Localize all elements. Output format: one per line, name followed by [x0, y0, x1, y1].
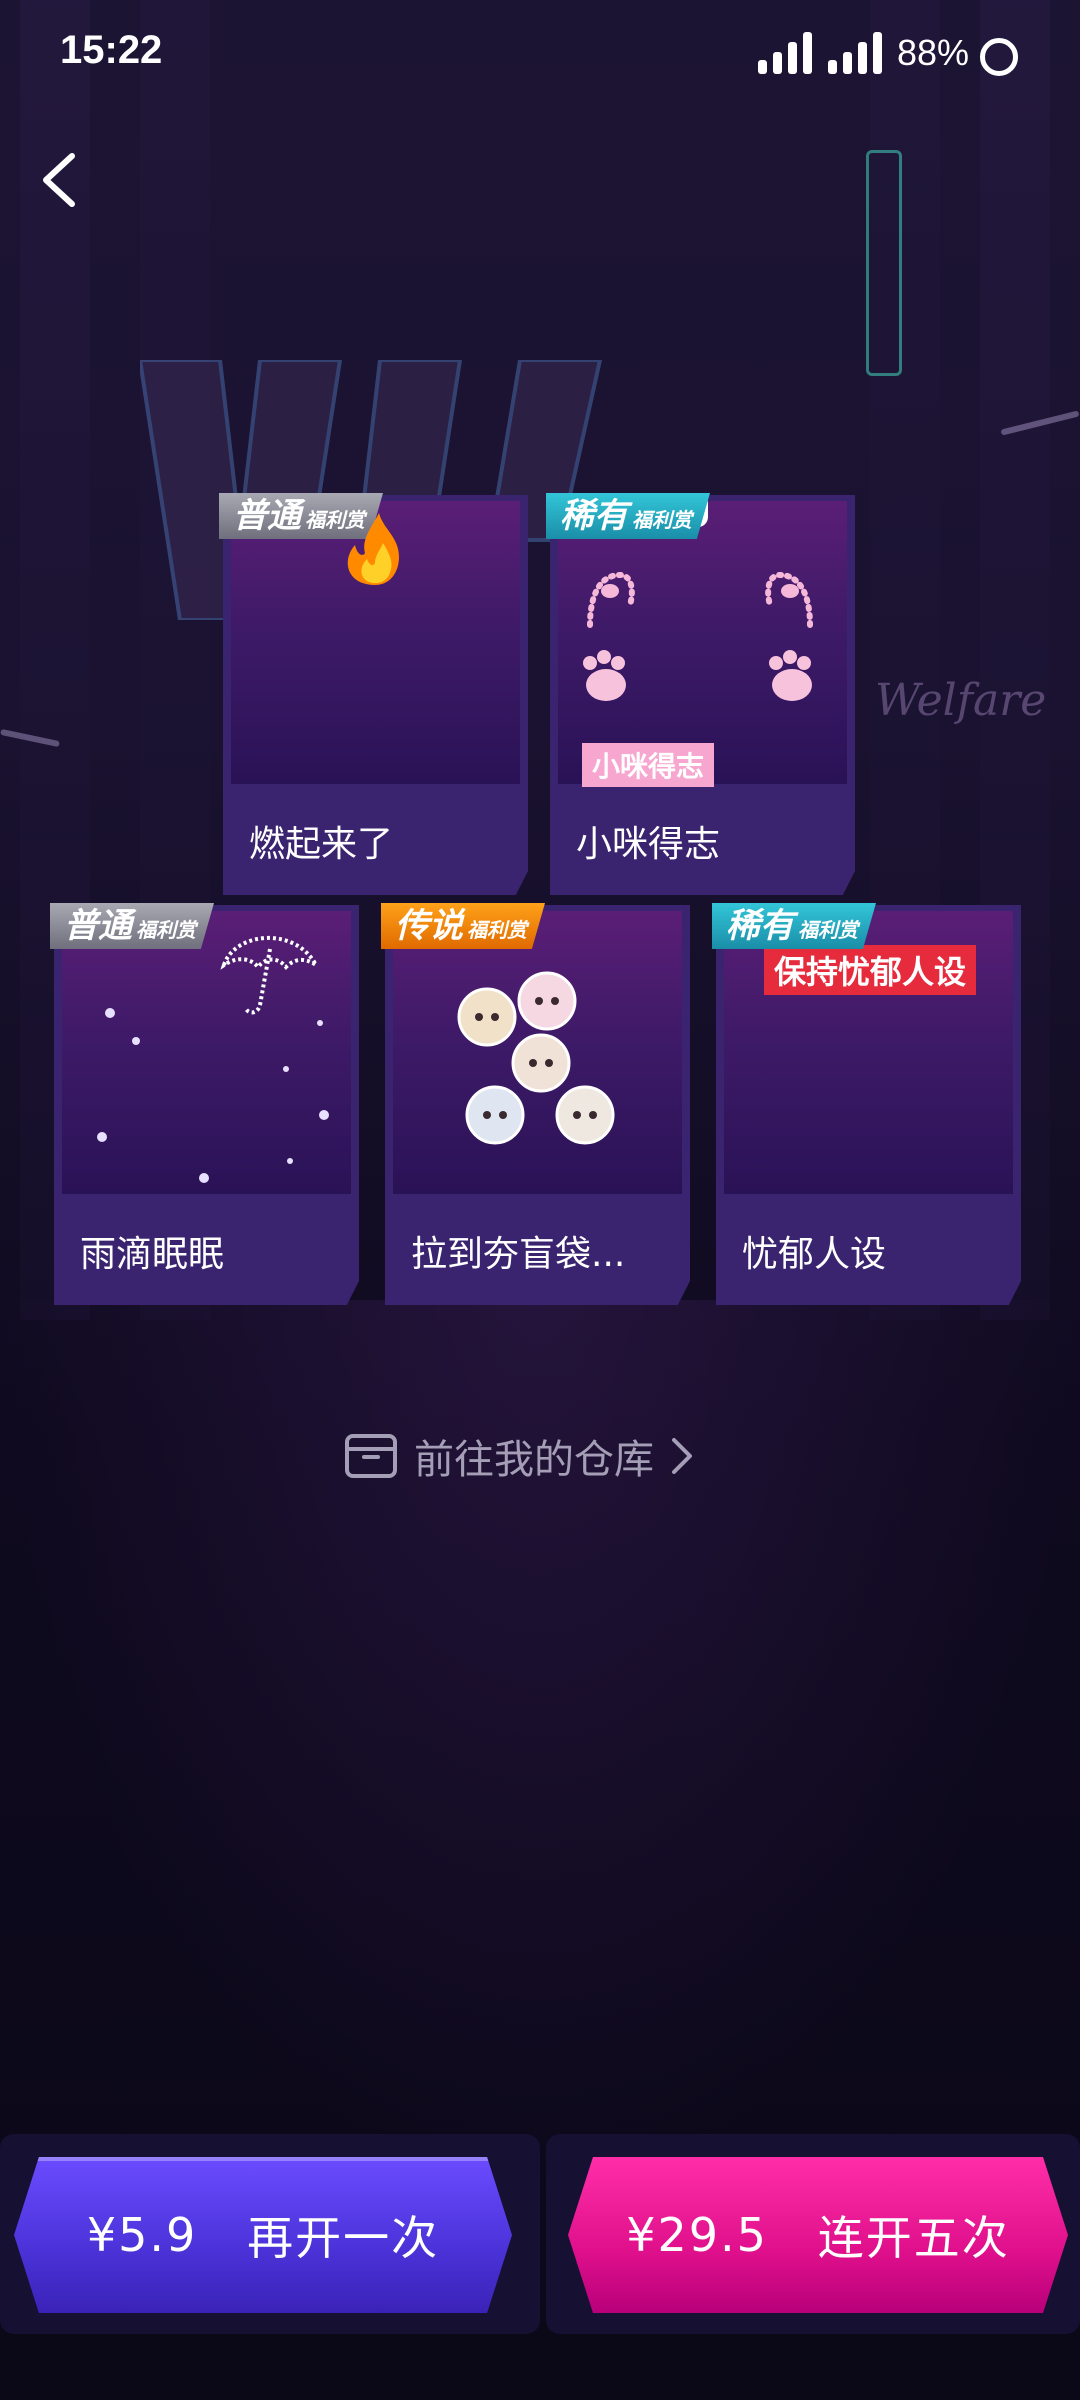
prize-card[interactable]: 普通 福利赏 雨滴眠眠 — [50, 903, 359, 1305]
prize-name: 雨滴眠眠 — [80, 1234, 225, 1275]
sticker-label: 小咪得志 — [582, 743, 715, 787]
battery-icon — [980, 38, 1018, 76]
prize-card[interactable]: (··) 稀有福利赏 小咪得志 小咪得志 — [546, 493, 855, 895]
signal-icon-2 — [828, 32, 882, 74]
open-again-button[interactable]: ¥5.9 再开一次 — [14, 2157, 512, 2313]
back-arrow-icon[interactable] — [30, 140, 90, 220]
open-five-button[interactable]: ¥29.5 连开五次 — [568, 2157, 1068, 2313]
sticker-label: 保持忧郁人设 — [764, 945, 977, 995]
warehouse-link[interactable]: 前往我的仓库 — [344, 1426, 694, 1486]
tier-tag: 稀有 福利赏 — [546, 493, 710, 539]
warehouse-link-label: 前往我的仓库 — [414, 1437, 654, 1483]
open-five-price: ¥29.5 — [626, 2208, 768, 2262]
fire-icon — [347, 513, 399, 585]
signal-icon — [758, 32, 812, 74]
open-again-label: 再开一次 — [247, 2211, 440, 2265]
prize-name: 拉到夯盲袋... — [411, 1234, 626, 1275]
box-icon — [345, 1434, 397, 1478]
prize-card[interactable]: 普通 福利赏 燃起来了 — [219, 493, 528, 895]
cat-ears-frame — [583, 571, 813, 701]
battery-percent: 88% — [897, 32, 970, 73]
prize-name: 忧郁人设 — [742, 1234, 887, 1275]
prize-card[interactable]: 保持忧郁人设 稀有 福利赏 忧郁人设 — [712, 903, 1021, 1305]
open-again-price: ¥5.9 — [86, 2208, 198, 2262]
neon-sign — [866, 150, 902, 376]
background-logo-text: Welfare — [875, 675, 1047, 726]
chevron-right-icon — [672, 1438, 692, 1474]
prize-name: 小咪得志 — [576, 824, 721, 865]
tier-tag: 传说 福利赏 — [381, 903, 545, 949]
status-bar: 15:22 88% — [0, 0, 1080, 110]
tier-tag: 稀有 福利赏 — [712, 903, 876, 949]
status-time: 15:22 — [60, 28, 163, 72]
prize-card[interactable]: 传说 福利赏 拉到夯盲袋... — [381, 903, 690, 1305]
badges-group — [457, 971, 615, 1145]
prize-name: 燃起来了 — [249, 824, 394, 865]
open-five-label: 连开五次 — [817, 2211, 1010, 2265]
umbrella-icon — [97, 936, 329, 1183]
